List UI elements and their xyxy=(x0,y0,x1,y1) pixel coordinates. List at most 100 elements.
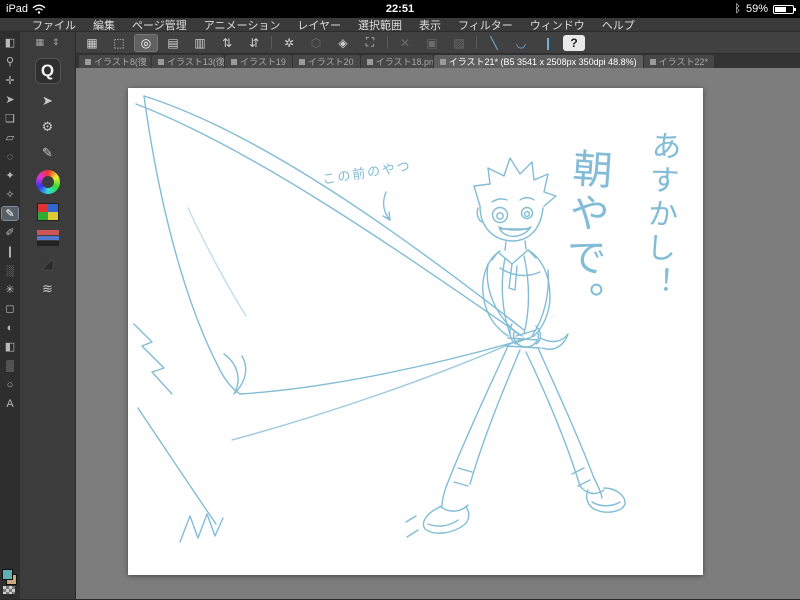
fill-tool-icon[interactable]: ◧ xyxy=(2,340,18,353)
canvas-tab[interactable]: イラスト20 xyxy=(292,55,360,68)
canvas-area[interactable]: この前のやつ 朝やで。 あすかし！ xyxy=(76,68,800,599)
color-mixer-icon[interactable] xyxy=(36,230,59,247)
tab-label: イラスト8(復 xyxy=(94,57,147,67)
menu-item[interactable]: ページ管理 xyxy=(132,17,187,33)
canvas-tab[interactable]: イラスト22* xyxy=(643,55,714,68)
device-label: iPad xyxy=(6,3,29,15)
workspace-grid-icon[interactable]: ▦ xyxy=(80,34,104,52)
sketch-drawing xyxy=(133,95,626,543)
tab-page-icon xyxy=(649,58,656,65)
tab-page-icon xyxy=(366,58,373,65)
tab-label: イラスト13(復 xyxy=(167,57,224,67)
canvas-tab[interactable]: イラスト19 xyxy=(225,55,292,68)
canvas-tab[interactable]: イラスト13(復 xyxy=(152,55,224,68)
subtool-pen-icon[interactable]: ✎ xyxy=(42,145,53,161)
tab-label: イラスト21* (B5 3541 x 2508px 350dpi 48.8%) xyxy=(448,57,637,67)
subtool-gear-icon[interactable]: ⚙ xyxy=(42,119,54,135)
menu-item[interactable]: 表示 xyxy=(419,17,441,33)
zoom-tool-icon[interactable]: ⚲ xyxy=(2,55,18,68)
status-bar: iPad 22:51 ᛒ 59% xyxy=(0,0,800,18)
tab-label: イラスト18.pn xyxy=(375,57,433,67)
canvas-tabs: イラスト8(復 イラスト13(復 イラスト19 イラスト20 イラスト18.pn… xyxy=(76,54,800,68)
bluetooth-icon: ᛒ xyxy=(734,3,741,15)
wand-tool-icon[interactable]: ✦ xyxy=(2,169,18,182)
blend-icon[interactable]: ◈ xyxy=(331,34,355,52)
curve-tool-icon[interactable]: ◡ xyxy=(509,34,533,52)
tab-label: イラスト22* xyxy=(658,57,708,67)
subtool-cursor-icon[interactable]: ➤ xyxy=(42,93,53,109)
text-tool-icon[interactable]: A xyxy=(2,397,18,410)
object-tool-icon[interactable]: ➤ xyxy=(2,93,18,106)
battery-percent: 59% xyxy=(745,3,768,15)
page-move-icon[interactable]: ⇵ xyxy=(242,34,266,52)
sketch-vertical-text-2: あすかし！ xyxy=(638,129,681,301)
cube-3d-icon[interactable]: ⬡ xyxy=(304,34,328,52)
tab-page-icon xyxy=(85,58,91,65)
tab-label: イラスト20 xyxy=(307,57,354,67)
figure-tool-icon[interactable]: ○ xyxy=(2,378,18,391)
tool-strip: ◧ ⚲ ✛ ➤ ❏ ▱ ◌ ✦ ✧ ✎ ✐ ❙ ░ ✳ ◻ ◐ ◧ ▒ ○ A xyxy=(0,32,20,599)
menu-item[interactable]: ヘルプ xyxy=(602,17,635,33)
menu-item[interactable]: 選択範囲 xyxy=(358,17,402,33)
battery-icon xyxy=(773,4,796,14)
frame-icon[interactable]: ▣ xyxy=(420,34,444,52)
canvas-tab[interactable]: イラスト8(復 xyxy=(79,55,151,68)
menu-item[interactable]: フィルター xyxy=(458,17,513,33)
menu-item[interactable]: ファイル xyxy=(32,17,76,33)
new-page-icon[interactable]: ▤ xyxy=(161,34,185,52)
select-mode-icon[interactable]: ⬚ xyxy=(107,34,131,52)
menu-item[interactable]: レイヤー xyxy=(297,17,341,33)
color-set-icon[interactable] xyxy=(36,203,59,221)
fg-color-swatch[interactable] xyxy=(2,569,13,580)
page-order-icon[interactable]: ⇅ xyxy=(215,34,239,52)
toolbar-button[interactable] xyxy=(271,36,272,49)
line-tool-icon[interactable]: ╲ xyxy=(482,34,506,52)
pen-tool-icon[interactable]: ✎ xyxy=(1,206,19,221)
quick-zoom-button[interactable]: Q xyxy=(34,58,61,84)
airbrush-tool-icon[interactable]: ░ xyxy=(2,264,18,277)
brush-tool-icon[interactable]: ❙ xyxy=(2,245,18,258)
tab-page-icon xyxy=(439,58,446,65)
gradient-tool-icon[interactable]: ▒ xyxy=(2,359,18,372)
blend-tool-icon[interactable]: ◐ xyxy=(2,321,18,334)
decoration-tool-icon[interactable]: ✳ xyxy=(2,283,18,296)
snap-icon[interactable]: ✲ xyxy=(277,34,301,52)
left-toolbars: ◧ ⚲ ✛ ➤ ❏ ▱ ◌ ✦ ✧ ✎ ✐ ❙ ░ ✳ ◻ ◐ ◧ ▒ ○ A ▦ ⇕ Q ➤ ⚙ ✎ xyxy=(0,32,76,599)
marquee-tool-icon[interactable]: ▱ xyxy=(2,131,18,144)
menu-item[interactable]: ウィンドウ xyxy=(530,17,585,33)
menu-item[interactable]: アニメーション xyxy=(204,17,281,33)
toolbar-button[interactable] xyxy=(387,36,388,49)
tab-label: イラスト19 xyxy=(240,57,286,67)
menu-item[interactable]: 編集 xyxy=(93,17,115,33)
pattern-swatch[interactable] xyxy=(3,586,15,594)
canvas-tab[interactable]: イラスト18.pn xyxy=(360,55,433,68)
screen-tone-icon[interactable]: ▨ xyxy=(447,34,471,52)
help-button[interactable]: ? xyxy=(563,34,585,51)
lasso-tool-icon[interactable]: ◌ xyxy=(2,150,18,163)
menu-bar: ファイル 編集 ページ管理 アニメーション レイヤー 選択範囲 表示 フィルター ウィンドウ ヘル… xyxy=(0,18,800,32)
panel-toggle-icon[interactable]: ◧ xyxy=(2,36,18,49)
eraser-tool-icon[interactable]: ◻ xyxy=(2,302,18,315)
tab-page-icon xyxy=(231,58,237,65)
pen-pressure-icon[interactable]: ◢ xyxy=(42,255,53,271)
move-tool-icon[interactable]: ✛ xyxy=(2,74,18,87)
canvas-tab[interactable]: イラスト21* (B5 3541 x 2508px 350dpi 48.8%) xyxy=(433,55,643,68)
tab-page-icon xyxy=(158,58,164,65)
panel-arrows-icon[interactable]: ⇕ xyxy=(52,37,60,48)
pin-tool-icon[interactable]: ❙ xyxy=(536,34,560,52)
eyedropper-icon[interactable]: ✧ xyxy=(2,188,18,201)
main-toolbar: ▦ ⬚ ◎ ▤ ▥ ⇅ ⇵ ✲ ⬡ ◈ ⛶ ✕ ▣ ▨ ╲ ◡ ❙? xyxy=(76,32,800,54)
clear-icon[interactable]: ✕ xyxy=(393,34,417,52)
panel-grid-icon[interactable]: ▦ xyxy=(35,37,44,48)
brush-lines-icon[interactable]: ≋ xyxy=(42,281,53,297)
color-swatches[interactable] xyxy=(2,569,18,595)
color-wheel-icon[interactable] xyxy=(35,170,60,194)
pencil-tool-icon[interactable]: ✐ xyxy=(2,226,18,239)
transform-icon[interactable]: ⛶ xyxy=(358,34,382,52)
swirl-tool-icon[interactable]: ◎ xyxy=(134,33,158,52)
layer-select-icon[interactable]: ❏ xyxy=(2,112,18,125)
canvas-page[interactable]: この前のやつ 朝やで。 あすかし！ xyxy=(128,88,703,575)
clock: 22:51 xyxy=(385,3,415,15)
toolbar-button[interactable] xyxy=(476,36,477,49)
page-edit-icon[interactable]: ▥ xyxy=(188,34,212,52)
